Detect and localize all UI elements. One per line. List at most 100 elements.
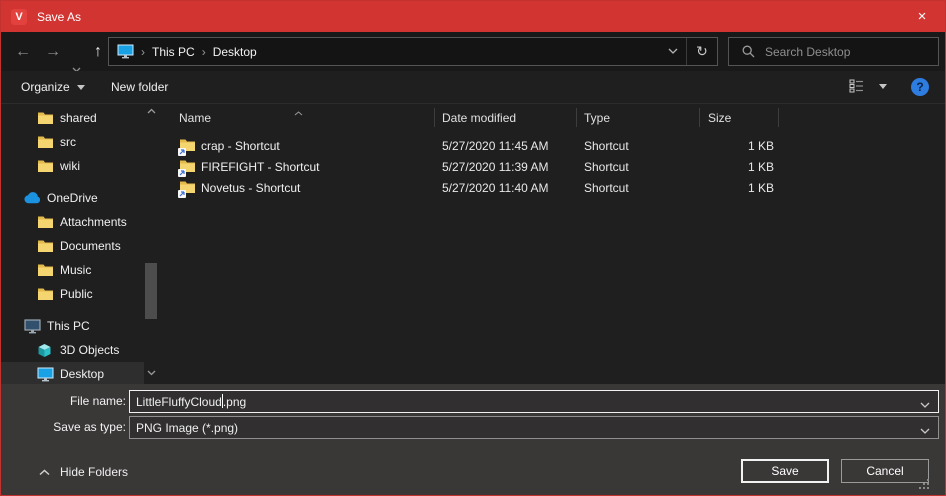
resize-grip[interactable] bbox=[927, 479, 929, 481]
scroll-down-icon[interactable] bbox=[144, 370, 158, 376]
window-title: Save As bbox=[37, 10, 81, 24]
sidebar-item-music[interactable]: Music bbox=[1, 258, 144, 282]
file-name-dropdown-chevron-icon[interactable] bbox=[920, 398, 930, 412]
file-name-label: File name: bbox=[1, 390, 126, 413]
hide-folders-label: Hide Folders bbox=[60, 465, 128, 479]
file-date-modified: 5/27/2020 11:39 AM bbox=[442, 157, 549, 178]
file-date-modified: 5/27/2020 11:40 AM bbox=[442, 178, 549, 199]
file-row-firefight-shortcut[interactable]: FIREFIGHT - Shortcut 5/27/2020 11:39 AM … bbox=[161, 157, 945, 178]
folder-icon bbox=[37, 159, 55, 173]
scrollbar-thumb[interactable] bbox=[145, 263, 157, 319]
sidebar-item-label: 3D Objects bbox=[60, 343, 119, 357]
save-as-type-label: Save as type: bbox=[1, 416, 126, 439]
file-list: Name Date modified Type Size crap - Shor… bbox=[161, 104, 945, 384]
organize-button[interactable]: Organize bbox=[21, 71, 85, 103]
new-folder-label: New folder bbox=[111, 71, 168, 103]
desktop-icon bbox=[37, 367, 55, 382]
sidebar-item-3d-objects[interactable]: 3D Objects bbox=[1, 338, 144, 362]
search-input[interactable] bbox=[765, 45, 938, 59]
address-dropdown-chevron-icon[interactable] bbox=[660, 48, 686, 55]
save-as-dialog: V Save As × ← → ↑ › This PC › Desktop ↻ bbox=[0, 0, 946, 496]
back-icon[interactable]: ← bbox=[9, 32, 37, 71]
breadcrumb-this-pc[interactable]: This PC bbox=[152, 45, 195, 59]
save-as-type-select[interactable]: PNG Image (*.png) bbox=[129, 416, 939, 439]
folder-icon bbox=[37, 263, 55, 277]
column-divider[interactable] bbox=[434, 108, 435, 127]
forward-icon[interactable]: → bbox=[39, 32, 67, 71]
file-type: Shortcut bbox=[584, 157, 629, 178]
column-divider[interactable] bbox=[576, 108, 577, 127]
sidebar-item-shared[interactable]: shared bbox=[1, 106, 144, 130]
folder-icon bbox=[37, 215, 55, 229]
refresh-icon[interactable]: ↻ bbox=[687, 43, 717, 60]
file-type: Shortcut bbox=[584, 136, 629, 157]
sidebar-item-label: Documents bbox=[60, 239, 121, 253]
file-size: 1 KB bbox=[699, 178, 774, 199]
cancel-button[interactable]: Cancel bbox=[841, 459, 929, 483]
view-options-chevron-icon[interactable] bbox=[879, 84, 887, 89]
organize-label: Organize bbox=[21, 71, 70, 103]
sort-ascending-icon bbox=[294, 105, 303, 119]
chevron-up-icon bbox=[39, 469, 50, 476]
save-button[interactable]: Save bbox=[741, 459, 829, 483]
sidebar-item-public[interactable]: Public bbox=[1, 282, 144, 306]
sidebar-item-this-pc[interactable]: This PC bbox=[1, 314, 144, 338]
breadcrumb-desktop[interactable]: Desktop bbox=[213, 45, 257, 59]
recent-locations-chevron-icon[interactable] bbox=[67, 32, 85, 71]
folder-icon bbox=[37, 135, 55, 149]
navigation-bar: ← → ↑ › This PC › Desktop ↻ bbox=[1, 32, 945, 71]
organize-dropdown-icon bbox=[77, 85, 85, 90]
3d-cube-icon bbox=[37, 343, 55, 358]
sidebar-scrollbar[interactable] bbox=[144, 104, 158, 384]
breadcrumb-separator: › bbox=[134, 45, 152, 59]
sidebar-item-label: OneDrive bbox=[47, 191, 98, 205]
content-area: shared src wiki OneDrive Attachments bbox=[1, 104, 945, 384]
details-view-icon[interactable] bbox=[849, 79, 865, 96]
file-name: crap - Shortcut bbox=[201, 136, 280, 157]
file-size: 1 KB bbox=[699, 157, 774, 178]
hide-folders-button[interactable]: Hide Folders bbox=[39, 465, 128, 479]
column-divider[interactable] bbox=[778, 108, 779, 127]
column-header-type[interactable]: Type bbox=[584, 111, 610, 125]
search-icon bbox=[742, 45, 755, 58]
titlebar: V Save As × bbox=[1, 1, 945, 32]
sidebar-item-src[interactable]: src bbox=[1, 130, 144, 154]
save-as-type-value: PNG Image (*.png) bbox=[136, 421, 238, 435]
folder-shortcut-icon bbox=[179, 159, 196, 176]
file-name-extension: .png bbox=[223, 395, 246, 409]
folder-icon bbox=[37, 239, 55, 253]
folder-icon bbox=[37, 287, 55, 301]
file-name-input[interactable]: LittleFluffyCloud.png bbox=[129, 390, 939, 413]
column-divider[interactable] bbox=[699, 108, 700, 127]
breadcrumb-separator: › bbox=[195, 45, 213, 59]
sidebar-item-onedrive[interactable]: OneDrive bbox=[1, 186, 144, 210]
search-box[interactable] bbox=[728, 37, 939, 66]
file-row-crap-shortcut[interactable]: crap - Shortcut 5/27/2020 11:45 AM Short… bbox=[161, 136, 945, 157]
help-icon[interactable]: ? bbox=[911, 78, 929, 96]
sidebar-item-wiki[interactable]: wiki bbox=[1, 154, 144, 178]
file-name: FIREFIGHT - Shortcut bbox=[201, 157, 319, 178]
close-icon[interactable]: × bbox=[899, 1, 945, 32]
sidebar-item-label: wiki bbox=[60, 159, 80, 173]
file-row-novetus-shortcut[interactable]: Novetus - Shortcut 5/27/2020 11:40 AM Sh… bbox=[161, 178, 945, 199]
navigation-pane: shared src wiki OneDrive Attachments bbox=[1, 104, 161, 384]
sidebar-item-desktop[interactable]: Desktop bbox=[1, 362, 144, 386]
sidebar-item-documents[interactable]: Documents bbox=[1, 234, 144, 258]
file-date-modified: 5/27/2020 11:45 AM bbox=[442, 136, 549, 157]
new-folder-button[interactable]: New folder bbox=[111, 71, 168, 103]
desktop-location-icon bbox=[117, 44, 134, 59]
command-toolbar: Organize New folder ? bbox=[1, 71, 945, 104]
sidebar-item-label: shared bbox=[60, 111, 97, 125]
sidebar-item-attachments[interactable]: Attachments bbox=[1, 210, 144, 234]
scroll-up-icon[interactable] bbox=[144, 108, 158, 114]
address-bar[interactable]: › This PC › Desktop ↻ bbox=[108, 37, 718, 66]
folder-shortcut-icon bbox=[179, 180, 196, 197]
column-header-date-modified[interactable]: Date modified bbox=[442, 111, 516, 125]
save-as-type-dropdown-chevron-icon[interactable] bbox=[920, 424, 930, 438]
column-header-size[interactable]: Size bbox=[708, 111, 731, 125]
sidebar-item-label: Public bbox=[60, 287, 93, 301]
sidebar-item-label: src bbox=[60, 135, 76, 149]
sidebar-item-label: Attachments bbox=[60, 215, 127, 229]
computer-icon bbox=[24, 319, 42, 334]
column-header-name[interactable]: Name bbox=[179, 111, 211, 125]
